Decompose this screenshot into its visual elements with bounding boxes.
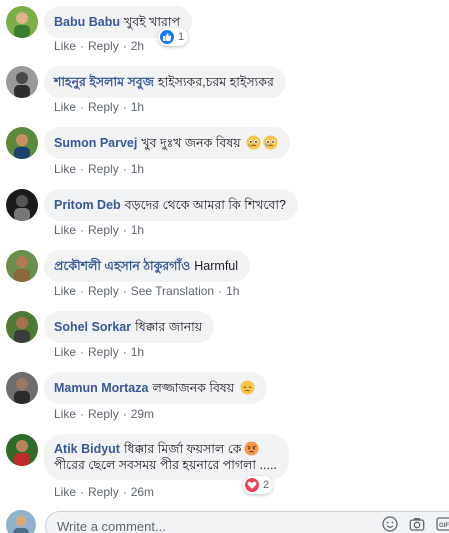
comment-composer: Write a comment... GIF xyxy=(0,507,449,533)
comment-actions: Like · Reply · 29m xyxy=(54,407,155,421)
comment-author[interactable]: Sohel Sorkar xyxy=(54,320,131,334)
comment-actions: Like · Reply · 1h xyxy=(54,100,145,114)
reply-link[interactable]: Reply xyxy=(88,345,119,359)
avatar xyxy=(6,510,36,533)
crying-face-emoji xyxy=(246,135,261,150)
composer-tools: GIF xyxy=(382,516,449,532)
avatar[interactable] xyxy=(6,434,38,466)
reaction-count: 1 xyxy=(178,31,185,43)
comment-bubble: শাহনুর ইসলাম সবুজ হাইস্যকর,চরম হাইস্যকর xyxy=(44,66,286,98)
reply-link[interactable]: Reply xyxy=(88,407,119,421)
comment-text: খুবই খারাপ xyxy=(123,15,180,29)
svg-text:GIF: GIF xyxy=(439,523,449,529)
reply-link[interactable]: Reply xyxy=(88,223,119,237)
comment-actions: Like · Reply · 26m xyxy=(54,485,155,499)
reaction-count: 2 xyxy=(263,479,270,491)
avatar[interactable] xyxy=(6,189,38,221)
like-link[interactable]: Like xyxy=(54,345,76,359)
comment-input-placeholder: Write a comment... xyxy=(57,519,166,533)
angry-face-emoji xyxy=(244,441,259,456)
comment-text: Harmful xyxy=(194,259,239,273)
comment-time[interactable]: 29m xyxy=(131,407,154,421)
comment-author[interactable]: শাহনুর ইসলাম সবুজ xyxy=(54,75,154,89)
comment-bubble: Sumon Parvej খুব দুঃখ জনক বিষয় xyxy=(44,127,291,159)
avatar[interactable] xyxy=(6,250,38,282)
avatar[interactable] xyxy=(6,127,38,159)
comment-author[interactable]: Mamun Mortaza xyxy=(54,381,148,395)
see-translation-link[interactable]: See Translation xyxy=(131,284,214,298)
comment-actions: Like · Reply · See Translation · 1h xyxy=(54,284,240,298)
comment-actions: Like · Reply · 2h xyxy=(54,39,145,53)
comment-actions: Like · Reply · 1h xyxy=(54,223,145,237)
like-link[interactable]: Like xyxy=(54,485,76,499)
comment-thread: Babu Babu খুবই খারাপ 1 Like · Reply · 2h শাহন… xyxy=(0,0,449,533)
comment-author[interactable]: প্রকৌশলী এহসান ঠাকুরগাঁও xyxy=(54,259,190,273)
comment-time[interactable]: 26m xyxy=(131,485,154,499)
like-link[interactable]: Like xyxy=(54,39,76,53)
reaction-count-badge[interactable]: 2 xyxy=(243,476,274,494)
comment-author[interactable]: Sumon Parvej xyxy=(54,136,137,150)
emoji-icon[interactable] xyxy=(382,516,398,532)
like-link[interactable]: Like xyxy=(54,162,76,176)
like-link[interactable]: Like xyxy=(54,100,76,114)
like-icon xyxy=(160,30,174,44)
like-link[interactable]: Like xyxy=(54,284,76,298)
avatar[interactable] xyxy=(6,66,38,98)
comment-bubble: প্রকৌশলী এহসান ঠাকুরগাঁও Harmful xyxy=(44,250,251,282)
comment-text: হাইস্যকর,চরম হাইস্যকর xyxy=(157,75,274,89)
avatar[interactable] xyxy=(6,6,38,38)
reply-link[interactable]: Reply xyxy=(88,485,119,499)
comment-bubble: Atik Bidyut ধিক্কার মির্জা ফয়সাল কে পীরে… xyxy=(44,434,289,480)
reply-link[interactable]: Reply xyxy=(88,39,119,53)
comment-text: ধিক্কার মির্জা ফয়সাল কে xyxy=(123,442,242,456)
comment-author[interactable]: Atik Bidyut xyxy=(54,442,120,456)
comment-bubble: Pritom Deb বড়দের থেকে আমরা কি শিখবো? xyxy=(44,189,298,221)
comment-time[interactable]: 1h xyxy=(226,284,239,298)
like-link[interactable]: Like xyxy=(54,407,76,421)
comment-text-line2: পীরের ছেলে সবসময় পীর হয়নারে পাগলা ....… xyxy=(54,458,277,472)
comment-time[interactable]: 1h xyxy=(131,162,144,176)
reaction-count-badge[interactable]: 1 xyxy=(158,28,189,46)
reply-link[interactable]: Reply xyxy=(88,162,119,176)
comment-author[interactable]: Babu Babu xyxy=(54,15,120,29)
reply-link[interactable]: Reply xyxy=(88,100,119,114)
comment-time[interactable]: 1h xyxy=(131,345,144,359)
comment-time[interactable]: 1h xyxy=(131,100,144,114)
avatar[interactable] xyxy=(6,372,38,404)
crying-face-emoji xyxy=(263,135,278,150)
reply-link[interactable]: Reply xyxy=(88,284,119,298)
camera-icon[interactable] xyxy=(409,516,425,532)
gif-icon[interactable]: GIF xyxy=(436,516,449,532)
comment-text: ধিক্কার জানায় xyxy=(135,320,203,334)
love-icon xyxy=(245,478,259,492)
comment-time[interactable]: 2h xyxy=(131,39,144,53)
avatar[interactable] xyxy=(6,311,38,343)
comment-author[interactable]: Pritom Deb xyxy=(54,198,121,212)
pensive-face-emoji xyxy=(240,380,255,395)
comment-actions: Like · Reply · 1h xyxy=(54,345,145,359)
comment-text: লজ্জাজনক বিষয় xyxy=(152,381,235,395)
comment-bubble: Sohel Sorkar ধিক্কার জানায় xyxy=(44,311,215,343)
comment-time[interactable]: 1h xyxy=(131,223,144,237)
comment-text: বড়দের থেকে আমরা কি শিখবো? xyxy=(124,198,286,212)
like-link[interactable]: Like xyxy=(54,223,76,237)
comment-actions: Like · Reply · 1h xyxy=(54,162,145,176)
comment-text: খুব দুঃখ জনক বিষয় xyxy=(141,136,241,150)
comment-bubble: Mamun Mortaza লজ্জাজনক বিষয় xyxy=(44,372,267,404)
